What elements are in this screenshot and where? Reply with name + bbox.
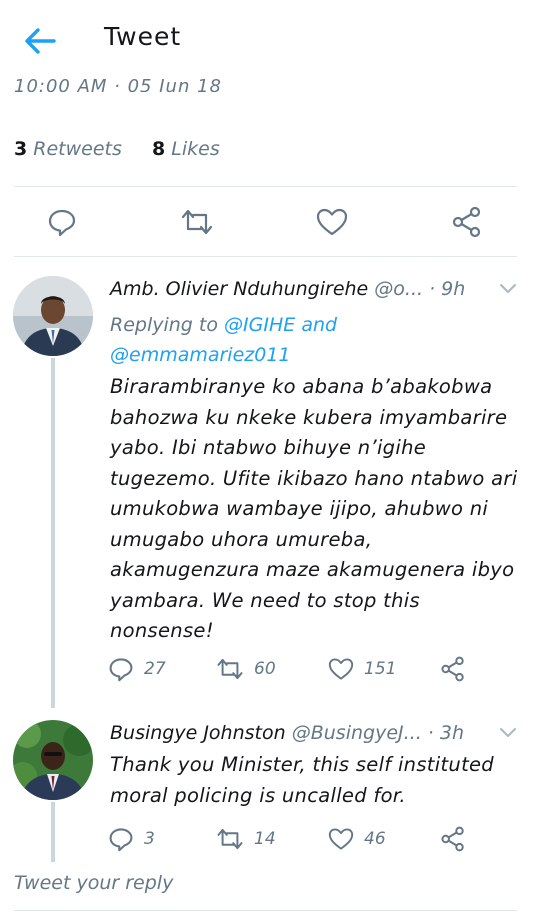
reply-tweet[interactable]: Amb. Olivier Nduhungirehe @o... · 9h Rep… — [0, 256, 535, 706]
reply-button[interactable] — [44, 204, 80, 240]
reply-button[interactable]: 27 — [108, 652, 166, 686]
reply-button[interactable]: 3 — [108, 822, 155, 856]
reply-time: · 9h — [429, 278, 466, 300]
like-count: 151 — [364, 659, 397, 679]
reply-icon — [48, 209, 76, 237]
mention-link[interactable]: @IGIHE — [224, 314, 295, 336]
text-line: umukobwa wambaye ijipo, ahubwo ni — [110, 497, 489, 520]
tweet-stats: 3 Retweets 8 Likes — [14, 138, 220, 160]
arrow-left-icon — [25, 28, 56, 54]
chevron-down-icon — [500, 284, 516, 293]
share-icon — [441, 656, 464, 682]
avatar[interactable] — [13, 720, 93, 800]
reply-action-bar: 27 60 151 — [104, 652, 524, 686]
divider — [14, 910, 517, 911]
text-line: moral policing is uncalled for. — [110, 783, 406, 807]
like-count: 46 — [364, 829, 386, 849]
reply-icon — [109, 658, 133, 682]
text-line: bahozwa ku nkeke kubera imyambarire — [110, 405, 508, 429]
share-icon — [441, 826, 464, 852]
share-button[interactable] — [449, 204, 485, 240]
back-button[interactable] — [22, 25, 58, 57]
text-line: yambara. We need to stop this — [110, 588, 420, 612]
thread-line — [51, 698, 55, 708]
author-name[interactable]: Amb. Olivier Nduhungirehe — [110, 278, 368, 300]
retweet-icon — [181, 209, 213, 235]
author-name[interactable]: Busingye Johnston — [110, 722, 286, 744]
thread-line — [51, 802, 55, 862]
tweet-timestamp: 10:00 AM · 05 Jun 18 — [14, 76, 222, 92]
retweet-count: 60 — [254, 659, 276, 679]
like-button[interactable]: 151 — [328, 652, 396, 686]
retweet-button[interactable]: 14 — [216, 822, 276, 856]
replying-prefix: Replying to — [110, 314, 218, 336]
text-line: nonsense! — [110, 619, 214, 642]
text-line: umugabo uhora umureba, — [110, 527, 373, 551]
like-button[interactable]: 46 — [328, 822, 386, 856]
divider — [14, 186, 517, 187]
avatar-photo-icon — [13, 276, 93, 356]
text-line: akamugenzura maze akamugenera ibyo — [110, 558, 515, 581]
reply-text: Birarambiranye ko abana b’abakobwa bahoz… — [110, 372, 520, 647]
text-line: tugezemo. Ufite ikibazo hano ntabwo ari — [110, 466, 518, 490]
text-line: Birarambiranye ko abana b’abakobwa — [110, 375, 493, 398]
retweet-icon — [217, 658, 243, 680]
like-icon — [328, 828, 354, 850]
app-header: Tweet — [0, 0, 535, 78]
replying-to: Replying to @IGIHE and @emmamariez011 — [110, 310, 337, 370]
reply-compose-input[interactable]: Tweet your reply — [14, 872, 173, 894]
retweet-button[interactable]: 60 — [216, 652, 276, 686]
more-options-button[interactable] — [499, 280, 517, 299]
reply-count: 27 — [144, 659, 166, 679]
like-icon — [328, 658, 354, 680]
like-button[interactable] — [314, 204, 350, 240]
retweets-count[interactable]: 3 — [14, 138, 27, 160]
text-line: yabo. Ibi ntabwo bihuye n’igihe — [110, 436, 427, 459]
text-line: Thank you Minister, this self instituted — [110, 753, 494, 776]
reply-header: Amb. Olivier Nduhungirehe @o... · 9h — [110, 278, 465, 300]
likes-label[interactable]: Likes — [171, 138, 219, 160]
share-button[interactable] — [440, 822, 466, 856]
reply-count: 3 — [144, 829, 155, 849]
mention-link[interactable]: @emmamariez011 — [110, 344, 291, 366]
retweet-button[interactable] — [179, 204, 215, 240]
avatar-photo-icon — [13, 720, 93, 800]
reply-header: Busingye Johnston @BusingyeJ... · 3h — [110, 722, 464, 744]
reply-icon — [109, 828, 133, 852]
likes-count[interactable]: 8 — [152, 138, 165, 160]
share-button[interactable] — [440, 652, 466, 686]
retweet-count: 14 — [254, 829, 276, 849]
thread-line — [51, 358, 55, 700]
share-icon — [452, 206, 481, 238]
reply-tweet[interactable]: Busingye Johnston @BusingyeJ... · 3h Tha… — [0, 698, 535, 866]
reply-text: Thank you Minister, this self instituted… — [110, 750, 520, 811]
like-icon — [316, 208, 348, 236]
retweet-icon — [217, 828, 243, 850]
avatar[interactable] — [13, 276, 93, 356]
tweet-action-bar — [0, 200, 535, 244]
retweets-label[interactable]: Retweets — [33, 138, 122, 160]
reply-action-bar: 3 14 46 — [104, 822, 524, 856]
author-handle[interactable]: @BusingyeJ... — [292, 722, 422, 744]
chevron-down-icon — [500, 728, 516, 737]
replying-and: and — [301, 314, 338, 336]
page-title: Tweet — [104, 22, 182, 51]
author-handle[interactable]: @o... — [374, 278, 423, 300]
more-options-button[interactable] — [499, 724, 517, 743]
reply-time: · 3h — [427, 722, 464, 744]
